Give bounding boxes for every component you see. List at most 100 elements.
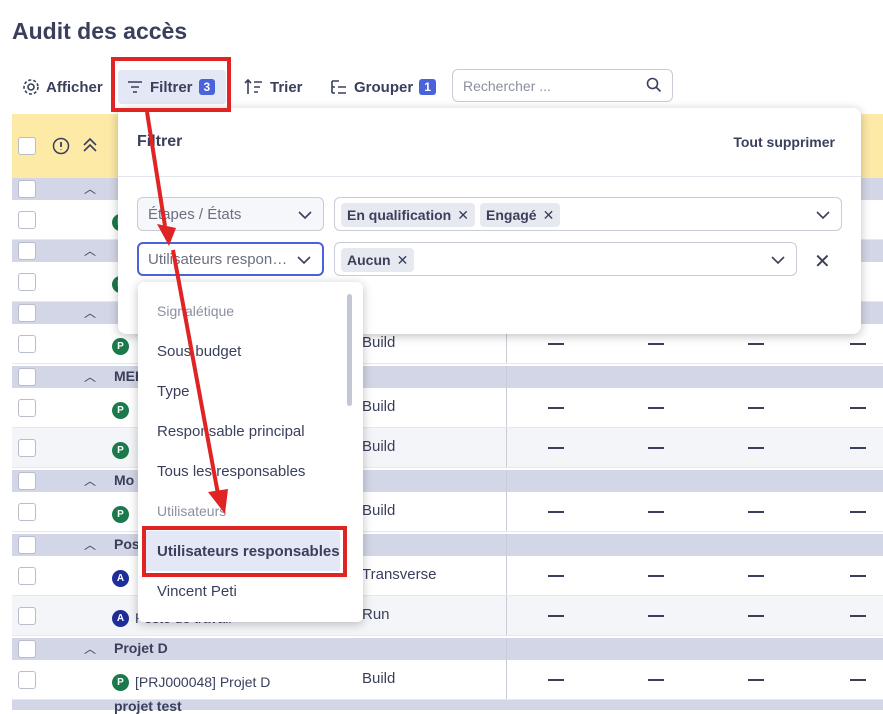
remove-chip-icon[interactable]: ✕ [457, 207, 469, 223]
avatar: P [112, 338, 129, 355]
row-checkbox[interactable] [18, 503, 36, 521]
chip-label: En qualification [347, 207, 452, 223]
empty-cell [648, 679, 664, 681]
menu-item[interactable]: Vincent Peti [157, 583, 237, 600]
scrollbar[interactable] [347, 294, 352, 406]
chip-label: Aucun [347, 252, 391, 268]
empty-cell [748, 615, 764, 617]
type-cell: Build [362, 670, 396, 687]
empty-cell [850, 447, 866, 449]
empty-cell [648, 511, 664, 513]
sort-button[interactable]: Trier [244, 70, 303, 104]
menu-item-selected[interactable]: Utilisateurs responsables [157, 543, 340, 560]
group-row[interactable]: projet test [12, 698, 883, 714]
menu-item[interactable]: Sous budget [157, 343, 241, 360]
row-checkbox[interactable] [18, 536, 36, 554]
filter-values-select[interactable]: En qualification ✕ Engagé ✕ [334, 197, 842, 231]
empty-cell [548, 343, 564, 345]
empty-cell [748, 447, 764, 449]
column-divider [506, 638, 507, 660]
chevron-up-icon[interactable]: ︿ [84, 242, 96, 259]
group-label: MEI [114, 368, 139, 384]
row-checkbox[interactable] [18, 399, 36, 417]
chevron-up-icon[interactable]: ︿ [84, 180, 96, 197]
type-cell: Build [362, 438, 396, 455]
chevron-up-icon[interactable]: ︿ [84, 536, 96, 553]
avatar: P [112, 506, 129, 523]
filter-button[interactable]: Filtrer 3 [118, 70, 226, 104]
name-cell: [PRJ000048] Projet D [135, 674, 271, 690]
menu-item[interactable]: Tous les responsables [157, 463, 305, 480]
row-checkbox[interactable] [18, 335, 36, 353]
column-divider [506, 596, 507, 635]
row-checkbox[interactable] [18, 211, 36, 229]
column-divider [506, 660, 507, 699]
filter-values-select[interactable]: Aucun ✕ [334, 242, 797, 276]
filter-count-badge: 3 [198, 79, 216, 95]
empty-cell [648, 343, 664, 345]
empty-cell [850, 511, 866, 513]
search-input[interactable]: Rechercher ... [452, 69, 673, 102]
column-divider [506, 470, 507, 492]
empty-cell [850, 343, 866, 345]
collapse-all-icon[interactable] [82, 136, 98, 154]
clear-all-button[interactable]: Tout supprimer [733, 134, 835, 150]
show-button[interactable]: Afficher [22, 70, 103, 104]
row-checkbox[interactable] [18, 607, 36, 625]
row-checkbox[interactable] [18, 304, 36, 322]
type-cell: Build [362, 398, 396, 415]
group-row[interactable]: ︿ Projet D [12, 638, 883, 660]
filter-field-select[interactable]: Utilisateurs respon… [137, 242, 324, 276]
filter-field-select[interactable]: Étapes / États [137, 197, 324, 231]
chevron-down-icon [297, 256, 311, 265]
empty-cell [648, 407, 664, 409]
row-checkbox[interactable] [18, 273, 36, 291]
chevron-up-icon[interactable]: ︿ [84, 640, 96, 657]
column-divider [506, 428, 507, 467]
menu-header: Utilisateurs [157, 503, 227, 519]
empty-cell [748, 343, 764, 345]
table-row[interactable]: P [PRJ000048] Projet D Build [12, 660, 883, 700]
group-label: projet test [114, 698, 182, 714]
remove-chip-icon[interactable]: ✕ [397, 252, 409, 268]
empty-cell [648, 447, 664, 449]
chevron-up-icon[interactable]: ︿ [84, 368, 96, 385]
row-checkbox[interactable] [18, 567, 36, 585]
search-placeholder: Rechercher ... [463, 78, 551, 94]
row-checkbox[interactable] [18, 439, 36, 457]
sort-icon [244, 78, 262, 94]
menu-item[interactable]: Responsable principal [157, 423, 305, 440]
filter-chip: Aucun ✕ [341, 248, 415, 272]
remove-chip-icon[interactable]: ✕ [543, 207, 555, 223]
empty-cell [648, 615, 664, 617]
select-all-checkbox[interactable] [18, 137, 36, 155]
row-checkbox[interactable] [18, 242, 36, 260]
chevron-down-icon [298, 211, 312, 220]
menu-item[interactable]: Type [157, 383, 190, 400]
column-divider [506, 366, 507, 388]
row-checkbox[interactable] [18, 640, 36, 658]
sort-label: Trier [270, 78, 303, 96]
column-divider [506, 388, 507, 427]
group-button[interactable]: Grouper 1 [330, 70, 436, 104]
row-checkbox[interactable] [18, 180, 36, 198]
empty-cell [548, 511, 564, 513]
filter-panel-title: Filtrer [137, 133, 183, 150]
group-label: Pos [114, 536, 140, 552]
gear-icon [23, 79, 39, 95]
filter-label: Filtrer [150, 78, 193, 96]
chevron-up-icon[interactable]: ︿ [84, 472, 96, 489]
field-dropdown: Signalétique Sous budget Type Responsabl… [138, 282, 363, 622]
empty-cell [548, 679, 564, 681]
column-divider [506, 534, 507, 556]
type-cell: Transverse [362, 566, 437, 583]
row-checkbox[interactable] [18, 671, 36, 689]
empty-cell [548, 615, 564, 617]
row-checkbox[interactable] [18, 472, 36, 490]
chevron-down-icon [816, 211, 830, 220]
chevron-up-icon[interactable]: ︿ [84, 304, 96, 321]
remove-filter-icon[interactable]: ✕ [814, 249, 831, 274]
avatar: P [112, 402, 129, 419]
empty-cell [648, 575, 664, 577]
row-checkbox[interactable] [18, 368, 36, 386]
